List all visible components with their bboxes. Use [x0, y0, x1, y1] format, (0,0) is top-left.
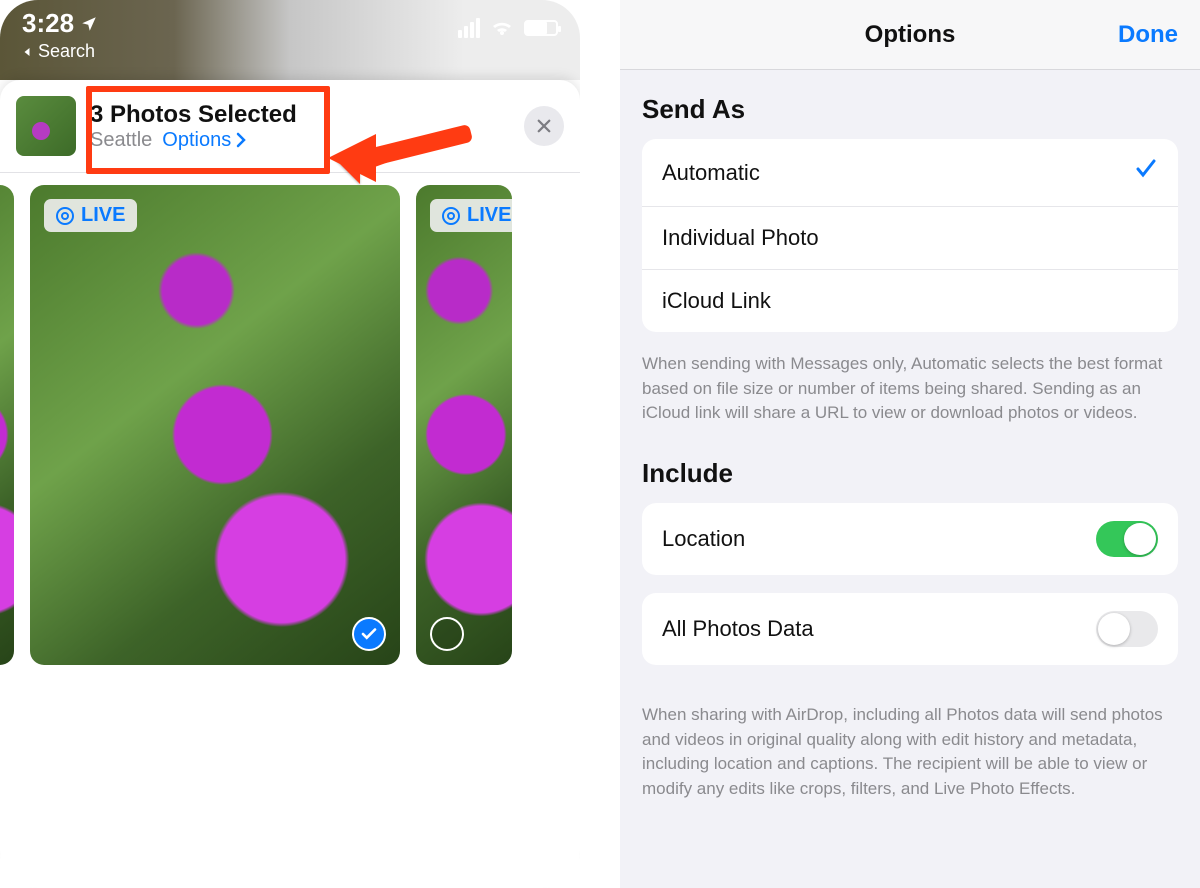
row-label: All Photos Data	[662, 616, 814, 642]
row-label: Individual Photo	[662, 225, 819, 251]
nav-title: Options	[865, 21, 956, 49]
send-as-title: Send As	[642, 94, 1178, 125]
allphotos-toggle[interactable]	[1096, 611, 1158, 647]
back-triangle-icon	[22, 46, 34, 58]
photo-strip[interactable]: LIVE LIVE	[0, 173, 580, 677]
location-arrow-icon	[80, 15, 98, 33]
chevron-right-icon	[235, 132, 247, 148]
include-group: Location All Photos Data	[642, 503, 1178, 683]
share-sheet-screen: 3:28 Search 3 Photos Selected Seattle Op…	[0, 0, 580, 888]
live-badge: LIVE	[430, 199, 512, 232]
selection-thumbnail	[16, 96, 76, 156]
send-as-footer: When sending with Messages only, Automat…	[620, 338, 1200, 434]
selection-circle-selected[interactable]	[352, 617, 386, 651]
send-as-icloud[interactable]: iCloud Link	[642, 270, 1178, 332]
check-icon	[360, 625, 378, 643]
selection-circle[interactable]	[430, 617, 464, 651]
cellular-icon	[458, 18, 480, 38]
include-allphotos-row: All Photos Data	[642, 593, 1178, 665]
row-label: iCloud Link	[662, 288, 771, 314]
back-label: Search	[38, 41, 95, 62]
include-location-row: Location	[642, 503, 1178, 575]
selection-title: 3 Photos Selected	[90, 101, 510, 129]
done-button[interactable]: Done	[1118, 21, 1178, 49]
share-sheet: 3 Photos Selected Seattle Options	[0, 80, 580, 888]
live-badge: LIVE	[44, 199, 137, 232]
live-icon	[442, 207, 460, 225]
photo-item[interactable]	[0, 185, 14, 665]
send-as-section: Send As Automatic Individual Photo iClou…	[620, 70, 1200, 338]
location-toggle[interactable]	[1096, 521, 1158, 557]
live-icon	[56, 207, 74, 225]
send-as-individual[interactable]: Individual Photo	[642, 207, 1178, 270]
back-to-app[interactable]: Search	[22, 41, 558, 62]
close-button[interactable]	[524, 106, 564, 146]
send-as-group: Automatic Individual Photo iCloud Link	[642, 139, 1178, 332]
selection-location: Seattle	[90, 129, 152, 152]
options-link[interactable]: Options	[162, 129, 247, 152]
wifi-icon	[490, 19, 514, 37]
include-section: Include Location All Photos Data	[620, 434, 1200, 689]
share-header: 3 Photos Selected Seattle Options	[0, 80, 580, 173]
live-label: LIVE	[467, 204, 511, 227]
options-screen: Options Done Send As Automatic Individua…	[620, 0, 1200, 888]
battery-icon	[524, 20, 558, 36]
include-footer: When sharing with AirDrop, including all…	[620, 689, 1200, 810]
nav-bar: Options Done	[620, 0, 1200, 70]
status-bar: 3:28 Search	[0, 0, 580, 80]
status-right	[458, 18, 558, 38]
include-title: Include	[642, 458, 1178, 489]
photo-item[interactable]: LIVE	[416, 185, 512, 665]
photo-item[interactable]: LIVE	[30, 185, 400, 665]
checkmark-icon	[1134, 157, 1158, 188]
close-icon	[535, 117, 553, 135]
time-text: 3:28	[22, 8, 74, 39]
send-as-automatic[interactable]: Automatic	[642, 139, 1178, 207]
live-label: LIVE	[81, 204, 125, 227]
row-label: Location	[662, 526, 745, 552]
row-label: Automatic	[662, 160, 760, 186]
options-link-label: Options	[162, 129, 231, 152]
